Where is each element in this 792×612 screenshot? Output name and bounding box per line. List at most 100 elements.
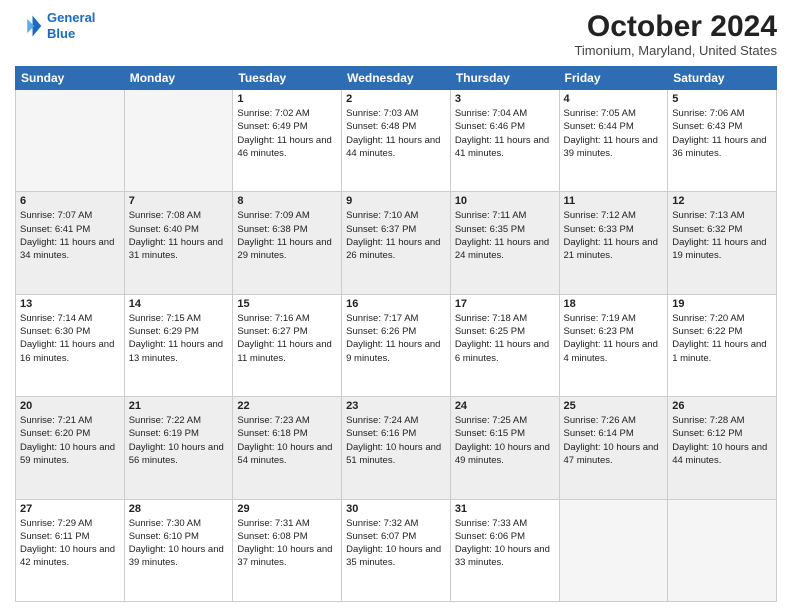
daylight-text: Daylight: 10 hours and 33 minutes.	[455, 543, 555, 570]
calendar-cell: 27Sunrise: 7:29 AMSunset: 6:11 PMDayligh…	[16, 499, 125, 601]
day-info: Sunrise: 7:23 AMSunset: 6:18 PMDaylight:…	[237, 414, 337, 467]
day-number: 24	[455, 400, 555, 412]
logo-text: General Blue	[47, 10, 95, 41]
daylight-text: Daylight: 11 hours and 31 minutes.	[129, 236, 229, 263]
logo-line2: Blue	[47, 26, 75, 41]
day-number: 3	[455, 93, 555, 105]
day-number: 12	[672, 195, 772, 207]
day-number: 19	[672, 298, 772, 310]
calendar-cell	[668, 499, 777, 601]
day-number: 20	[20, 400, 120, 412]
sunset-text: Sunset: 6:44 PM	[564, 120, 664, 133]
daylight-text: Daylight: 11 hours and 26 minutes.	[346, 236, 446, 263]
calendar-cell: 6 Sunrise: 7:07 AMSunset: 6:41 PMDaylight…	[16, 192, 125, 294]
month-title: October 2024	[574, 10, 777, 43]
day-number: 16	[346, 298, 446, 310]
daylight-text: Daylight: 11 hours and 34 minutes.	[20, 236, 120, 263]
day-number: 22	[237, 400, 337, 412]
sunrise-text: Sunrise: 7:26 AM	[564, 414, 664, 427]
sunrise-text: Sunrise: 7:05 AM	[564, 107, 664, 120]
day-info: Sunrise: 7:07 AMSunset: 6:41 PMDaylight:…	[20, 209, 120, 262]
day-number: 4	[564, 93, 664, 105]
sunset-text: Sunset: 6:08 PM	[237, 530, 337, 543]
weekday-header-row: SundayMondayTuesdayWednesdayThursdayFrid…	[16, 67, 777, 90]
day-info: Sunrise: 7:26 AMSunset: 6:14 PMDaylight:…	[564, 414, 664, 467]
weekday-header: Saturday	[668, 67, 777, 90]
sunrise-text: Sunrise: 7:06 AM	[672, 107, 772, 120]
daylight-text: Daylight: 11 hours and 39 minutes.	[564, 134, 664, 161]
day-info: Sunrise: 7:10 AMSunset: 6:37 PMDaylight:…	[346, 209, 446, 262]
calendar-week-row: 27Sunrise: 7:29 AMSunset: 6:11 PMDayligh…	[16, 499, 777, 601]
sunset-text: Sunset: 6:37 PM	[346, 223, 446, 236]
day-number: 26	[672, 400, 772, 412]
sunset-text: Sunset: 6:48 PM	[346, 120, 446, 133]
sunset-text: Sunset: 6:20 PM	[20, 427, 120, 440]
sunset-text: Sunset: 6:40 PM	[129, 223, 229, 236]
day-info: Sunrise: 7:11 AMSunset: 6:35 PMDaylight:…	[455, 209, 555, 262]
day-number: 8	[237, 195, 337, 207]
title-block: October 2024 Timonium, Maryland, United …	[574, 10, 777, 58]
daylight-text: Daylight: 10 hours and 59 minutes.	[20, 441, 120, 468]
daylight-text: Daylight: 11 hours and 44 minutes.	[346, 134, 446, 161]
calendar-cell: 19Sunrise: 7:20 AMSunset: 6:22 PMDayligh…	[668, 294, 777, 396]
day-info: Sunrise: 7:19 AMSunset: 6:23 PMDaylight:…	[564, 312, 664, 365]
sunset-text: Sunset: 6:10 PM	[129, 530, 229, 543]
daylight-text: Daylight: 11 hours and 4 minutes.	[564, 338, 664, 365]
day-number: 6	[20, 195, 120, 207]
day-number: 31	[455, 503, 555, 515]
sunrise-text: Sunrise: 7:15 AM	[129, 312, 229, 325]
sunset-text: Sunset: 6:06 PM	[455, 530, 555, 543]
weekday-header: Friday	[559, 67, 668, 90]
daylight-text: Daylight: 11 hours and 46 minutes.	[237, 134, 337, 161]
day-info: Sunrise: 7:22 AMSunset: 6:19 PMDaylight:…	[129, 414, 229, 467]
calendar-cell: 17Sunrise: 7:18 AMSunset: 6:25 PMDayligh…	[450, 294, 559, 396]
sunrise-text: Sunrise: 7:14 AM	[20, 312, 120, 325]
calendar-week-row: 20Sunrise: 7:21 AMSunset: 6:20 PMDayligh…	[16, 397, 777, 499]
day-number: 17	[455, 298, 555, 310]
day-number: 10	[455, 195, 555, 207]
calendar-cell: 5Sunrise: 7:06 AMSunset: 6:43 PMDaylight…	[668, 90, 777, 192]
calendar-cell: 2Sunrise: 7:03 AMSunset: 6:48 PMDaylight…	[342, 90, 451, 192]
day-info: Sunrise: 7:06 AMSunset: 6:43 PMDaylight:…	[672, 107, 772, 160]
sunset-text: Sunset: 6:26 PM	[346, 325, 446, 338]
sunset-text: Sunset: 6:19 PM	[129, 427, 229, 440]
day-info: Sunrise: 7:02 AMSunset: 6:49 PMDaylight:…	[237, 107, 337, 160]
sunrise-text: Sunrise: 7:23 AM	[237, 414, 337, 427]
day-number: 25	[564, 400, 664, 412]
calendar-cell: 26Sunrise: 7:28 AMSunset: 6:12 PMDayligh…	[668, 397, 777, 499]
day-info: Sunrise: 7:16 AMSunset: 6:27 PMDaylight:…	[237, 312, 337, 365]
day-number: 14	[129, 298, 229, 310]
calendar-cell: 22 Sunrise: 7:23 AMSunset: 6:18 PMDayligh…	[233, 397, 342, 499]
calendar-cell: 4 Sunrise: 7:05 AMSunset: 6:44 PMDaylight…	[559, 90, 668, 192]
sunrise-text: Sunrise: 7:07 AM	[20, 209, 120, 222]
sunset-text: Sunset: 6:27 PM	[237, 325, 337, 338]
weekday-header: Thursday	[450, 67, 559, 90]
sunrise-text: Sunrise: 7:12 AM	[564, 209, 664, 222]
daylight-text: Daylight: 11 hours and 16 minutes.	[20, 338, 120, 365]
calendar-cell: 9Sunrise: 7:10 AMSunset: 6:37 PMDaylight…	[342, 192, 451, 294]
daylight-text: Daylight: 11 hours and 36 minutes.	[672, 134, 772, 161]
day-number: 30	[346, 503, 446, 515]
sunrise-text: Sunrise: 7:04 AM	[455, 107, 555, 120]
day-number: 23	[346, 400, 446, 412]
sunset-text: Sunset: 6:14 PM	[564, 427, 664, 440]
sunset-text: Sunset: 6:25 PM	[455, 325, 555, 338]
daylight-text: Daylight: 11 hours and 21 minutes.	[564, 236, 664, 263]
day-info: Sunrise: 7:33 AMSunset: 6:06 PMDaylight:…	[455, 517, 555, 570]
day-number: 15	[237, 298, 337, 310]
weekday-header: Sunday	[16, 67, 125, 90]
day-info: Sunrise: 7:12 AMSunset: 6:33 PMDaylight:…	[564, 209, 664, 262]
day-info: Sunrise: 7:05 AMSunset: 6:44 PMDaylight:…	[564, 107, 664, 160]
sunrise-text: Sunrise: 7:18 AM	[455, 312, 555, 325]
sunrise-text: Sunrise: 7:03 AM	[346, 107, 446, 120]
sunrise-text: Sunrise: 7:29 AM	[20, 517, 120, 530]
day-number: 27	[20, 503, 120, 515]
calendar-cell: 20Sunrise: 7:21 AMSunset: 6:20 PMDayligh…	[16, 397, 125, 499]
weekday-header: Tuesday	[233, 67, 342, 90]
calendar-week-row: 13Sunrise: 7:14 AMSunset: 6:30 PMDayligh…	[16, 294, 777, 396]
daylight-text: Daylight: 11 hours and 24 minutes.	[455, 236, 555, 263]
day-info: Sunrise: 7:04 AMSunset: 6:46 PMDaylight:…	[455, 107, 555, 160]
logo-line1: General	[47, 10, 95, 25]
sunrise-text: Sunrise: 7:11 AM	[455, 209, 555, 222]
calendar-cell: 29Sunrise: 7:31 AMSunset: 6:08 PMDayligh…	[233, 499, 342, 601]
